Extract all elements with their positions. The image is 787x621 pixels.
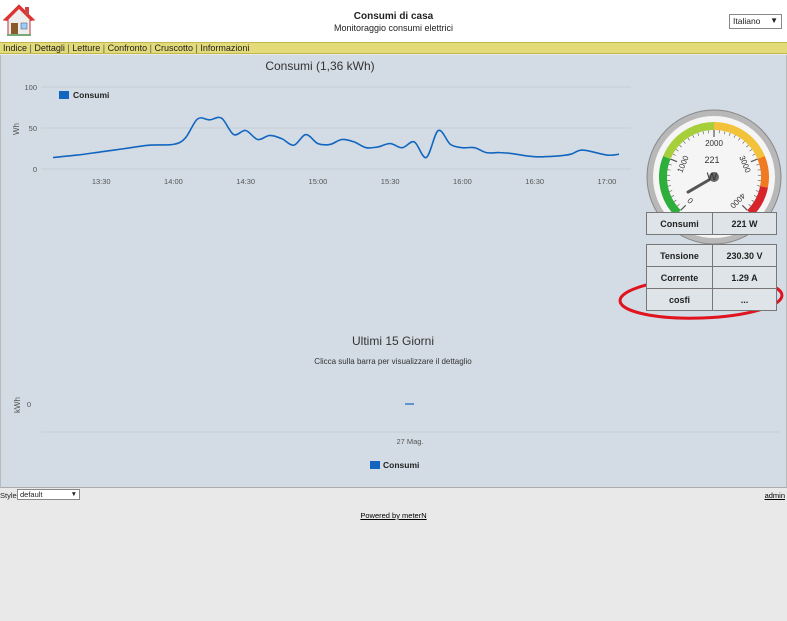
cosfi-value: ... bbox=[712, 288, 777, 311]
menu-item-dettagli[interactable]: Dettagli bbox=[34, 43, 65, 53]
nav-menu: Indice | Dettagli | Letture | Confronto … bbox=[0, 42, 787, 54]
bar-legend-swatch bbox=[370, 461, 380, 469]
x-tick-label: 17:00 bbox=[598, 177, 617, 186]
bar-y-axis-label: kWh bbox=[13, 397, 22, 413]
style-select[interactable]: default ▼ bbox=[17, 489, 80, 500]
tensione-label: Tensione bbox=[646, 244, 713, 267]
gauge-label: 2000 bbox=[705, 139, 723, 148]
legend-label[interactable]: Consumi bbox=[73, 90, 109, 100]
line-chart[interactable]: Consumi (1,36 kWh) Wh 050100 13:30 14:00 1… bbox=[12, 59, 631, 186]
bar-xtick: 27 Mag. bbox=[396, 437, 423, 446]
menu-item-informazioni[interactable]: Informazioni bbox=[200, 43, 249, 53]
style-label: Style: bbox=[0, 491, 19, 500]
menu-item-cruscotto[interactable]: Cruscotto bbox=[154, 43, 193, 53]
tensione-value: 230.30 V bbox=[712, 244, 777, 267]
x-tick-label: 15:30 bbox=[381, 177, 400, 186]
menu-item-indice[interactable]: Indice bbox=[3, 43, 27, 53]
x-tick-label: 13:30 bbox=[92, 177, 111, 186]
bar-chart-subtitle: Clicca sulla barra per visualizzare il d… bbox=[314, 357, 472, 366]
consumi-table: Consumi 221 W bbox=[646, 212, 777, 235]
legend-swatch bbox=[59, 91, 69, 99]
y-tick-label: 0 bbox=[33, 165, 37, 174]
language-select[interactable]: Italiano ▼ bbox=[729, 14, 782, 29]
line-xticks: 13:30 14:00 14:30 15:00 15:30 16:00 16:30 17:00 bbox=[92, 177, 616, 186]
consumi-value: 221 W bbox=[712, 212, 777, 235]
menu-item-confronto[interactable]: Confronto bbox=[108, 43, 148, 53]
x-tick-label: 14:30 bbox=[236, 177, 255, 186]
measures-table: Tensione 230.30 V Corrente 1.29 A cosfi … bbox=[646, 244, 777, 311]
series-line-consumi bbox=[52, 116, 620, 159]
y-tick-label: 50 bbox=[29, 124, 37, 133]
line-yticks: 0 50 100 bbox=[24, 83, 37, 174]
consumi-label: Consumi bbox=[646, 212, 713, 235]
dashboard-panel: Consumi (1,36 kWh) Wh 0 50 100 13:30 14:00 1… bbox=[0, 55, 787, 488]
x-tick-label: 15:00 bbox=[309, 177, 328, 186]
bar-chart[interactable]: Ultimi 15 Giorni Clicca sulla barra per … bbox=[13, 334, 779, 470]
header: Consumi di casa Monitoraggio consumi ele… bbox=[0, 0, 787, 42]
y-axis-label: Wh bbox=[12, 123, 21, 135]
bar-legend-label[interactable]: Consumi bbox=[383, 460, 419, 470]
gauge-value: 221 bbox=[704, 155, 719, 165]
gauge-band bbox=[757, 155, 769, 188]
chevron-down-icon: ▼ bbox=[770, 16, 778, 25]
gauge-unit: W bbox=[707, 171, 718, 183]
cosfi-label: cosfi bbox=[646, 288, 713, 311]
corrente-value: 1.29 A bbox=[712, 266, 777, 289]
style-value: default bbox=[20, 490, 43, 499]
admin-link[interactable]: admin bbox=[765, 491, 785, 500]
page-subtitle: Monitoraggio consumi elettrici bbox=[333, 23, 454, 33]
bar-ytick: 0 bbox=[27, 400, 31, 409]
powered-by-link[interactable]: Powered by meterN bbox=[0, 511, 787, 520]
chevron-down-icon: ▼ bbox=[70, 491, 77, 498]
footer: Style: default ▼ admin Powered by meterN bbox=[0, 488, 787, 621]
chart-title: Consumi (1,36 kWh) bbox=[265, 59, 374, 73]
x-tick-label: 16:00 bbox=[453, 177, 472, 186]
x-tick-label: 16:30 bbox=[525, 177, 544, 186]
x-tick-label: 14:00 bbox=[164, 177, 183, 186]
language-value: Italiano bbox=[733, 16, 761, 26]
bar-chart-title: Ultimi 15 Giorni bbox=[352, 334, 434, 348]
menu-item-letture[interactable]: Letture bbox=[72, 43, 100, 53]
page-title: Consumi di casa bbox=[353, 11, 434, 22]
corrente-label: Corrente bbox=[646, 266, 713, 289]
y-tick-label: 100 bbox=[24, 83, 37, 92]
